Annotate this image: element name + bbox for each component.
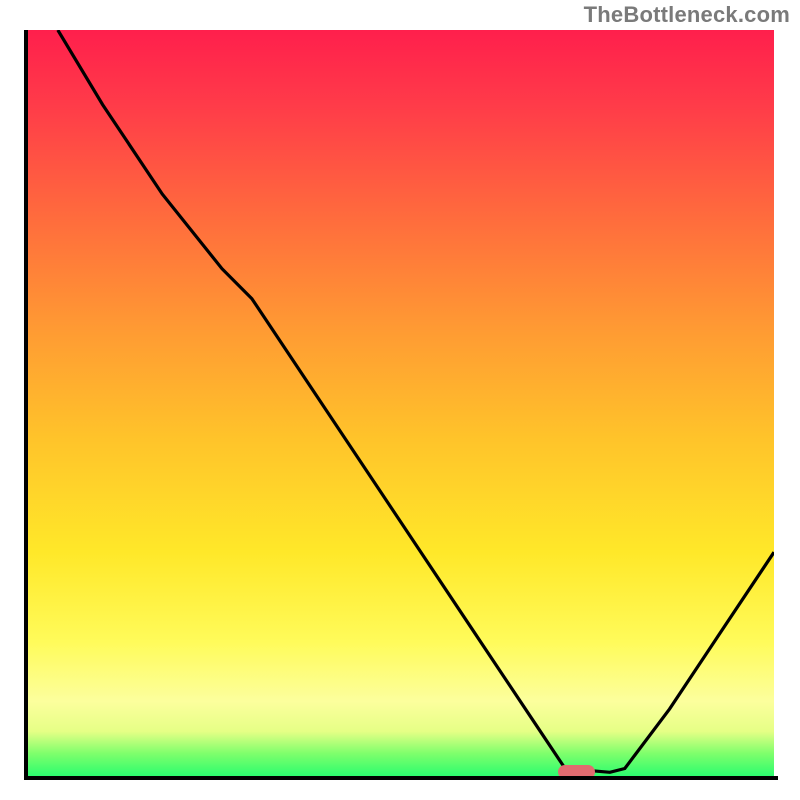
optimum-marker	[558, 765, 595, 776]
watermark-text: TheBottleneck.com	[584, 2, 790, 28]
x-axis	[24, 776, 778, 780]
chart-container: TheBottleneck.com	[0, 0, 800, 800]
bottleneck-curve	[28, 30, 774, 776]
plot-area	[28, 30, 774, 776]
y-axis	[24, 30, 28, 780]
curve-path	[58, 30, 774, 772]
